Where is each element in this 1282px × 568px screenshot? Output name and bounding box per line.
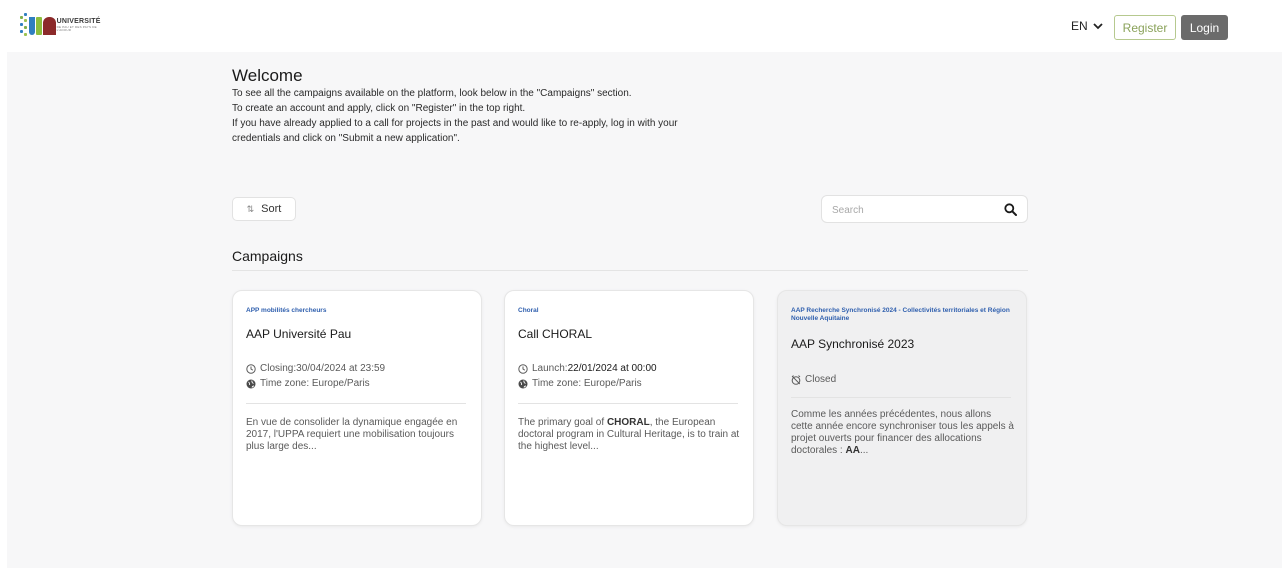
campaign-status: Closed bbox=[791, 374, 836, 385]
language-selector[interactable]: EN bbox=[1071, 19, 1103, 33]
campaign-description: The primary goal of CHORAL, the European… bbox=[518, 417, 740, 452]
campaign-launch-date: Launch: 22/01/2024 at 00:00 bbox=[518, 363, 657, 374]
campaign-timezone: Time zone: Europe/Paris bbox=[518, 378, 642, 389]
campaign-closing-date: Closing: 30/04/2024 at 23:59 bbox=[246, 363, 385, 374]
card-divider bbox=[246, 403, 466, 404]
logo-mark-icon bbox=[20, 13, 56, 37]
university-logo[interactable]: UNIVERSITÉ DE PAU ET DES PAYS DE L'ADOUR bbox=[20, 12, 102, 38]
chevron-down-icon bbox=[1093, 22, 1103, 29]
campaign-description: Comme les années précédentes, nous allon… bbox=[791, 409, 1014, 456]
campaign-title: AAP Université Pau bbox=[246, 327, 352, 341]
search-icon[interactable] bbox=[1004, 203, 1017, 216]
welcome-line-1: To see all the campaigns available on th… bbox=[232, 88, 632, 99]
welcome-title: Welcome bbox=[232, 66, 303, 85]
welcome-line-2: To create an account and apply, click on… bbox=[232, 103, 526, 114]
logo-text: UNIVERSITÉ bbox=[56, 18, 101, 25]
campaign-card-1[interactable]: APP mobilités chercheurs AAP Université … bbox=[232, 290, 482, 526]
card-divider bbox=[518, 403, 738, 404]
campaign-timezone: Time zone: Europe/Paris bbox=[246, 378, 370, 389]
campaigns-divider bbox=[232, 270, 1028, 271]
main-content: Welcome To see all the campaigns availab… bbox=[7, 52, 1282, 568]
register-button[interactable]: Register bbox=[1114, 15, 1176, 40]
card-divider bbox=[791, 397, 1011, 398]
campaign-title: Call CHORAL bbox=[518, 327, 593, 341]
sort-label: Sort bbox=[261, 203, 282, 215]
sort-button[interactable]: ⇅ Sort bbox=[232, 197, 296, 221]
campaign-card-3[interactable]: AAP Recherche Synchronisé 2024 - Collect… bbox=[777, 290, 1027, 526]
welcome-line-4: credentials and click on "Submit a new a… bbox=[232, 133, 460, 144]
campaign-description: En vue de consolider la dynamique engagé… bbox=[246, 417, 458, 452]
alarm-off-icon bbox=[791, 374, 801, 385]
search-box[interactable] bbox=[821, 195, 1028, 223]
campaign-title: AAP Synchronisé 2023 bbox=[791, 337, 915, 351]
language-label: EN bbox=[1071, 19, 1088, 33]
search-input[interactable] bbox=[832, 202, 992, 218]
welcome-line-3: If you have already applied to a call fo… bbox=[232, 118, 678, 129]
sort-icon: ⇅ bbox=[246, 203, 255, 214]
campaign-card-2[interactable]: Choral Call CHORAL Launch: 22/01/2024 at… bbox=[504, 290, 754, 526]
clock-icon bbox=[518, 363, 528, 374]
login-button[interactable]: Login bbox=[1181, 15, 1228, 40]
globe-icon bbox=[518, 379, 528, 389]
clock-icon bbox=[246, 363, 256, 374]
globe-icon bbox=[246, 379, 256, 389]
campaign-tag: AAP Recherche Synchronisé 2024 - Collect… bbox=[791, 307, 1010, 323]
campaign-tag: APP mobilités chercheurs bbox=[246, 307, 327, 314]
logo-subtext: DE PAU ET DES PAYS DE L'ADOUR bbox=[56, 25, 97, 32]
campaign-tag: Choral bbox=[518, 307, 539, 314]
top-bar: UNIVERSITÉ DE PAU ET DES PAYS DE L'ADOUR… bbox=[0, 0, 1282, 52]
campaigns-heading: Campaigns bbox=[232, 248, 303, 264]
